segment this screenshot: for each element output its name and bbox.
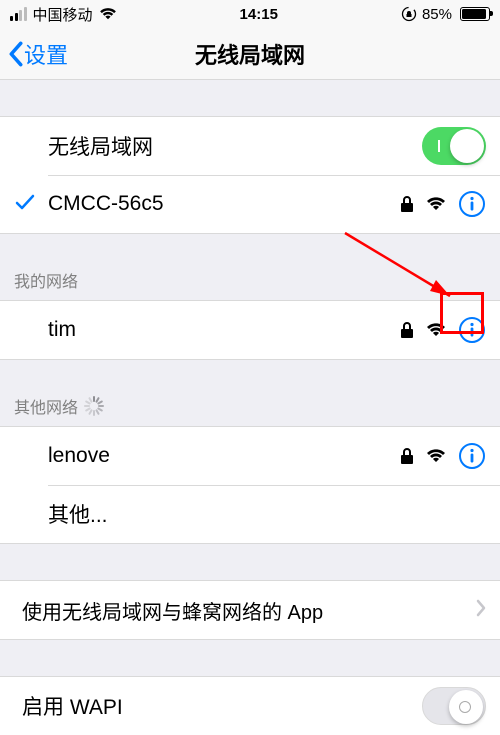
other-networks-section: lenove 其他... bbox=[0, 426, 500, 544]
wlan-toggle-label: 无线局域网 bbox=[48, 131, 422, 161]
lock-icon bbox=[400, 321, 414, 339]
info-icon[interactable] bbox=[458, 190, 486, 218]
other-networks-label: 其他网络 bbox=[14, 394, 78, 418]
other-network-row[interactable]: 其他... bbox=[0, 485, 500, 543]
orientation-lock-icon bbox=[401, 6, 417, 22]
lock-icon bbox=[400, 195, 414, 213]
wifi-icon bbox=[426, 196, 446, 212]
wapi-row: 启用 WAPI bbox=[0, 677, 500, 735]
network-ssid: lenove bbox=[48, 444, 400, 468]
other-label: 其他... bbox=[48, 499, 486, 529]
checkmark-icon bbox=[14, 191, 36, 218]
lock-icon bbox=[400, 447, 414, 465]
wlan-toggle-row: 无线局域网 bbox=[0, 117, 500, 175]
connected-ssid: CMCC-56c5 bbox=[48, 192, 400, 216]
other-networks-header: 其他网络 bbox=[0, 384, 500, 426]
network-ssid: tim bbox=[48, 318, 400, 342]
status-bar: 中国移动 14:15 85% bbox=[0, 0, 500, 28]
wlan-section: 无线局域网 CMCC-56c5 bbox=[0, 116, 500, 234]
battery-icon bbox=[460, 7, 490, 21]
wapi-toggle[interactable] bbox=[422, 687, 486, 725]
apps-section: 使用无线局域网与蜂窝网络的 App bbox=[0, 580, 500, 640]
carrier-label: 中国移动 bbox=[33, 4, 93, 25]
info-icon[interactable] bbox=[458, 316, 486, 344]
spinner-icon bbox=[84, 396, 104, 416]
cellular-signal-icon bbox=[10, 7, 27, 21]
wifi-status-icon bbox=[99, 7, 117, 21]
status-right: 85% bbox=[401, 6, 490, 23]
my-networks-header: 我的网络 bbox=[0, 258, 500, 300]
wifi-icon bbox=[426, 448, 446, 464]
wifi-icon bbox=[426, 322, 446, 338]
info-icon[interactable] bbox=[458, 442, 486, 470]
back-label: 设置 bbox=[24, 38, 68, 70]
nav-bar: 设置 无线局域网 bbox=[0, 28, 500, 80]
page-title: 无线局域网 bbox=[195, 38, 305, 70]
connected-network-row[interactable]: CMCC-56c5 bbox=[0, 175, 500, 233]
status-time: 14:15 bbox=[240, 6, 278, 23]
apps-using-wlan-row[interactable]: 使用无线局域网与蜂窝网络的 App bbox=[0, 581, 500, 639]
wapi-label: 启用 WAPI bbox=[22, 691, 422, 721]
chevron-left-icon bbox=[8, 41, 24, 67]
wapi-section: 启用 WAPI bbox=[0, 676, 500, 735]
my-networks-section: tim bbox=[0, 300, 500, 360]
chevron-right-icon bbox=[476, 599, 486, 622]
apps-label: 使用无线局域网与蜂窝网络的 App bbox=[22, 596, 476, 625]
status-left: 中国移动 bbox=[10, 4, 117, 25]
back-button[interactable]: 设置 bbox=[8, 38, 68, 70]
battery-percent: 85% bbox=[422, 6, 452, 23]
wlan-toggle[interactable] bbox=[422, 127, 486, 165]
network-row-lenove[interactable]: lenove bbox=[0, 427, 500, 485]
network-row-tim[interactable]: tim bbox=[0, 301, 500, 359]
